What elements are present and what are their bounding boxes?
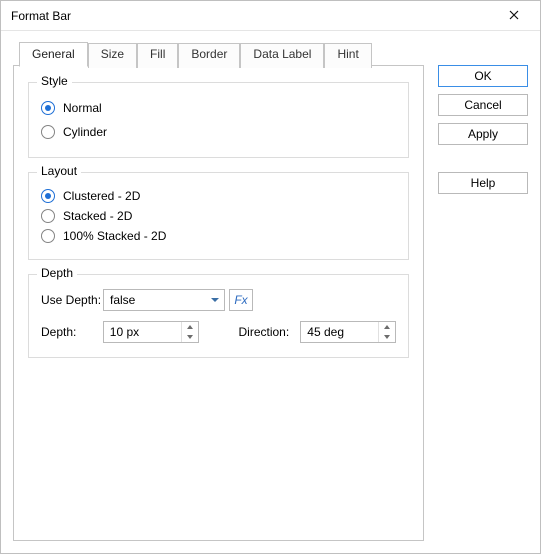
depth-label: Depth: <box>41 325 103 339</box>
direction-spinner[interactable]: 45 deg <box>300 321 396 343</box>
radio-row[interactable]: 100% Stacked - 2D <box>41 227 396 247</box>
tab-label: Border <box>191 47 227 61</box>
radio-row[interactable]: Clustered - 2D <box>41 187 396 207</box>
spinner-arrows <box>181 322 198 342</box>
group-style: Style Normal Cylinder <box>28 82 409 158</box>
group-legend: Layout <box>37 164 81 178</box>
button-label: Help <box>471 176 496 190</box>
chevron-down-icon <box>206 298 224 302</box>
tab-border[interactable]: Border <box>178 43 240 68</box>
use-depth-value: false <box>104 293 206 307</box>
use-depth-select[interactable]: false <box>103 289 225 311</box>
spinner-up-icon[interactable] <box>379 322 395 332</box>
titlebar: Format Bar <box>1 1 540 31</box>
radio-icon <box>41 101 55 115</box>
dialog-body: General Size Fill Border Data Label Hint… <box>1 31 540 553</box>
window-title: Format Bar <box>11 9 494 23</box>
radio-row[interactable]: Cylinder <box>41 121 396 145</box>
button-label: Cancel <box>464 98 501 112</box>
tab-size[interactable]: Size <box>88 43 137 68</box>
tab-general[interactable]: General <box>19 42 88 67</box>
depth-value: 10 px <box>104 322 181 342</box>
spinner-arrows <box>378 322 395 342</box>
tab-hint[interactable]: Hint <box>324 43 371 68</box>
use-depth-label: Use Depth: <box>41 293 103 307</box>
group-depth: Depth Use Depth: false Fx Depth: <box>28 274 409 358</box>
radio-label: Clustered - 2D <box>63 189 140 203</box>
ok-button[interactable]: OK <box>438 65 528 87</box>
spacer <box>438 152 528 172</box>
tab-panel-general: Style Normal Cylinder Layout Clu <box>13 65 424 541</box>
radio-icon <box>41 209 55 223</box>
radio-icon <box>41 125 55 139</box>
fx-icon: Fx <box>234 293 247 307</box>
apply-button[interactable]: Apply <box>438 123 528 145</box>
fx-button[interactable]: Fx <box>229 289 253 311</box>
row-depth-direction: Depth: 10 px Direction: 45 deg <box>41 321 396 343</box>
direction-value: 45 deg <box>301 322 378 342</box>
tab-label: Data Label <box>253 47 311 61</box>
direction-label: Direction: <box>239 325 301 339</box>
radio-icon <box>41 189 55 203</box>
tab-label: Fill <box>150 47 165 61</box>
tab-data-label[interactable]: Data Label <box>240 43 324 68</box>
radio-row[interactable]: Normal <box>41 97 396 121</box>
spinner-down-icon[interactable] <box>379 332 395 342</box>
radio-label: Cylinder <box>63 125 107 139</box>
radio-label: 100% Stacked - 2D <box>63 229 166 243</box>
cancel-button[interactable]: Cancel <box>438 94 528 116</box>
side-buttons: OK Cancel Apply Help <box>438 41 528 541</box>
spinner-up-icon[interactable] <box>182 322 198 332</box>
radio-icon <box>41 229 55 243</box>
group-legend: Depth <box>37 266 77 280</box>
close-icon <box>509 9 519 23</box>
tab-label: Size <box>101 47 124 61</box>
group-layout: Layout Clustered - 2D Stacked - 2D 100% … <box>28 172 409 260</box>
tab-fill[interactable]: Fill <box>137 43 178 68</box>
radio-label: Normal <box>63 101 102 115</box>
help-button[interactable]: Help <box>438 172 528 194</box>
button-label: OK <box>474 69 491 83</box>
tabstrip: General Size Fill Border Data Label Hint <box>19 41 424 66</box>
tab-label: Hint <box>337 47 358 61</box>
main-column: General Size Fill Border Data Label Hint… <box>13 41 424 541</box>
close-button[interactable] <box>494 2 534 30</box>
radio-row[interactable]: Stacked - 2D <box>41 207 396 227</box>
dialog-window: Format Bar General Size Fill Border Data… <box>0 0 541 554</box>
radio-label: Stacked - 2D <box>63 209 132 223</box>
row-use-depth: Use Depth: false Fx <box>41 289 396 311</box>
group-legend: Style <box>37 74 72 88</box>
button-label: Apply <box>468 127 498 141</box>
spinner-down-icon[interactable] <box>182 332 198 342</box>
depth-spinner[interactable]: 10 px <box>103 321 199 343</box>
tab-label: General <box>32 47 75 61</box>
